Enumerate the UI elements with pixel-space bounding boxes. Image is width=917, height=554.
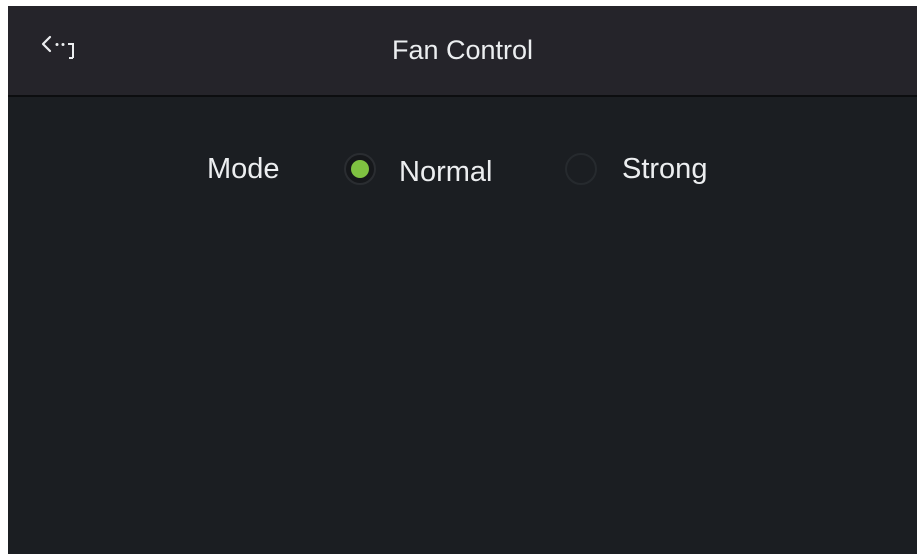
mode-selector: Mode Normal Strong bbox=[8, 141, 917, 197]
radio-selected-icon[interactable] bbox=[344, 153, 376, 185]
mode-option-label: Normal bbox=[399, 156, 493, 188]
mode-label: Mode bbox=[207, 153, 280, 185]
back-arrow-icon bbox=[41, 35, 74, 59]
header-bar: Fan Control bbox=[8, 6, 917, 97]
fan-control-screen: Fan Control Mode Normal Strong bbox=[8, 6, 917, 554]
page-title: Fan Control bbox=[391, 35, 534, 65]
radio-unselected-icon[interactable] bbox=[565, 153, 597, 185]
mode-option-normal[interactable]: Normal bbox=[344, 141, 514, 197]
mode-option-label: Strong bbox=[622, 153, 708, 185]
back-button[interactable] bbox=[38, 28, 84, 68]
mode-option-strong[interactable]: Strong bbox=[565, 141, 725, 197]
